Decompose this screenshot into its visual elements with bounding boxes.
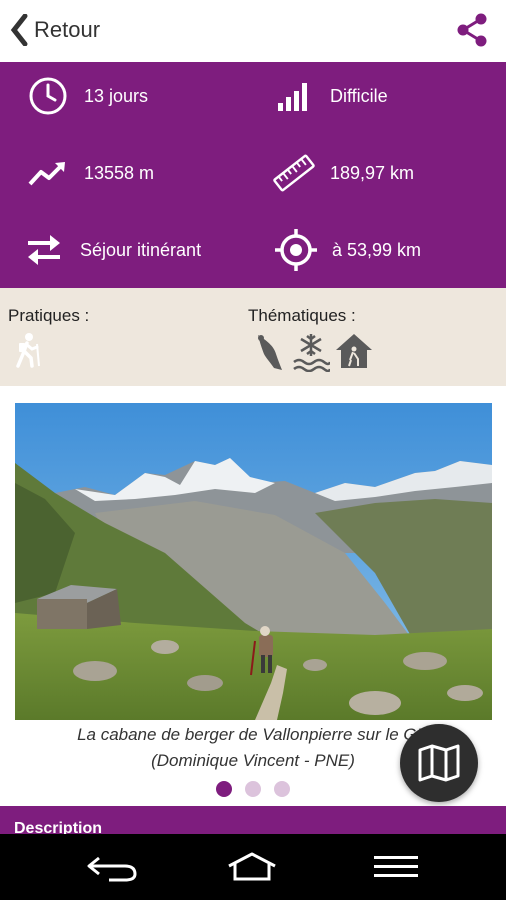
back-button[interactable]: Retour <box>10 12 100 48</box>
nav-home-button[interactable] <box>222 850 282 884</box>
elevation-value: 13558 m <box>84 162 155 183</box>
hiker-icon[interactable] <box>12 332 42 368</box>
trek-photo[interactable] <box>15 403 492 720</box>
stat-trip-type: Séjour itinérant <box>22 228 201 272</box>
swap-arrows-icon <box>22 228 66 272</box>
clock-icon <box>26 74 70 118</box>
trek-stats-panel: 13 jours Difficile 13558 m 189,97 km Séj… <box>0 62 506 288</box>
practical-title: Pratiques : <box>8 306 90 325</box>
hut-icon[interactable] <box>334 332 374 370</box>
share-icon[interactable] <box>454 12 490 48</box>
stat-proximity: à 53,99 km <box>274 228 421 272</box>
description-header[interactable]: Description <box>0 806 506 834</box>
bird-icon[interactable] <box>254 332 284 372</box>
map-icon <box>418 744 460 782</box>
duration-value: 13 jours <box>84 85 149 106</box>
chevron-left-icon <box>10 14 28 46</box>
system-nav-bar <box>0 834 506 900</box>
back-arrow-icon <box>87 856 137 882</box>
top-bar: Retour <box>0 0 506 62</box>
proximity-value: à 53,99 km <box>332 239 422 260</box>
map-button[interactable] <box>400 724 478 802</box>
distance-value: 189,97 km <box>330 162 415 183</box>
difficulty-value: Difficile <box>330 85 388 106</box>
nav-back-button[interactable] <box>82 850 142 884</box>
thematic-title: Thématiques : <box>248 306 356 325</box>
stat-duration: 13 jours <box>26 74 148 118</box>
home-icon <box>228 852 276 881</box>
stat-elevation: 13558 m <box>26 151 154 195</box>
pager-dot-3[interactable] <box>274 781 290 797</box>
signal-bars-icon <box>272 74 316 118</box>
description-label: Description <box>14 820 103 834</box>
snow-water-icon[interactable] <box>292 332 330 372</box>
ruler-icon <box>272 151 316 195</box>
menu-icon <box>374 856 418 877</box>
back-label: Retour <box>34 17 101 42</box>
pager-dot-2[interactable] <box>245 781 261 797</box>
trip-type-value: Séjour itinérant <box>80 239 202 260</box>
pager-dot-1[interactable] <box>216 781 232 797</box>
categories-panel: Pratiques : Thématiques : <box>0 288 506 386</box>
location-target-icon <box>274 228 318 272</box>
nav-menu-button[interactable] <box>366 850 426 884</box>
trend-up-icon <box>26 151 70 195</box>
stat-difficulty: Difficile <box>272 74 388 118</box>
stat-distance: 189,97 km <box>272 151 414 195</box>
